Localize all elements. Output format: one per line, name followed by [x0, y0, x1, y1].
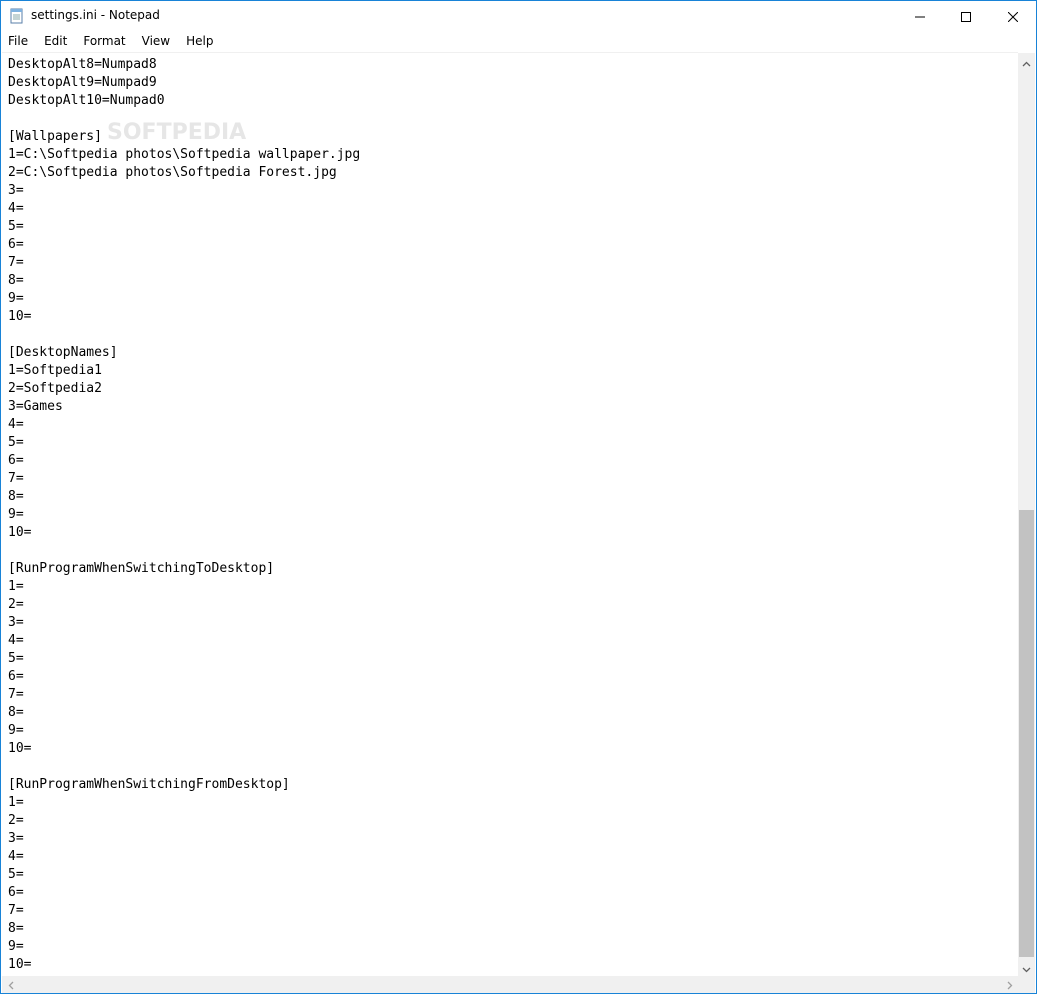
text-line[interactable]: 1= [8, 578, 360, 596]
text-line[interactable]: DesktopAlt10=Numpad0 [8, 92, 360, 110]
window-title: settings.ini - Notepad [31, 8, 160, 22]
menu-bar: File Edit Format View Help [1, 31, 1036, 51]
text-line[interactable]: 8= [8, 704, 360, 722]
text-line[interactable]: 10= [8, 740, 360, 758]
text-line[interactable]: 4= [8, 632, 360, 650]
horizontal-scrollbar[interactable] [2, 976, 1018, 993]
text-line[interactable]: 9= [8, 290, 360, 308]
close-button[interactable] [990, 1, 1036, 31]
chevron-right-icon [1007, 975, 1013, 994]
text-line[interactable]: 5= [8, 650, 360, 668]
text-line[interactable]: 2=C:\Softpedia photos\Softpedia Forest.j… [8, 164, 360, 182]
text-line[interactable]: 7= [8, 470, 360, 488]
text-line[interactable] [8, 758, 360, 776]
text-line[interactable]: 9= [8, 506, 360, 524]
text-line[interactable]: 7= [8, 254, 360, 272]
watermark-text: SOFTPEDIA [107, 120, 246, 145]
scroll-right-button[interactable] [1001, 976, 1018, 993]
maximize-button[interactable] [943, 1, 989, 31]
text-line[interactable]: 1=Softpedia1 [8, 362, 360, 380]
text-line[interactable]: 6= [8, 884, 360, 902]
chevron-down-icon [1022, 958, 1031, 977]
scrollbar-corner [1018, 976, 1035, 993]
vertical-scroll-thumb[interactable] [1019, 510, 1034, 957]
text-line[interactable]: 1=C:\Softpedia photos\Softpedia wallpape… [8, 146, 360, 164]
text-line[interactable]: 5= [8, 218, 360, 236]
text-line[interactable]: DesktopAlt9=Numpad9 [8, 74, 360, 92]
text-line[interactable]: [DesktopNames] [8, 344, 360, 362]
text-line[interactable]: 6= [8, 236, 360, 254]
minimize-button[interactable] [897, 1, 943, 31]
text-line[interactable]: 6= [8, 668, 360, 686]
text-line[interactable]: 7= [8, 686, 360, 704]
maximize-icon [961, 7, 971, 26]
text-line[interactable]: 5= [8, 434, 360, 452]
menu-format[interactable]: Format [75, 31, 133, 51]
text-line[interactable]: 10= [8, 956, 360, 974]
menu-view[interactable]: View [134, 31, 178, 51]
text-editor-area[interactable]: DesktopAlt8=Numpad8 DesktopAlt9=Numpad9 De… [2, 52, 1018, 977]
text-line[interactable]: 4= [8, 848, 360, 866]
scroll-down-button[interactable] [1018, 959, 1035, 976]
text-line[interactable]: 6= [8, 452, 360, 470]
text-line[interactable]: 9= [8, 938, 360, 956]
text-line[interactable]: 8= [8, 920, 360, 938]
text-line[interactable]: 2= [8, 596, 360, 614]
text-line[interactable]: [RunProgramWhenSwitchingToDesktop] [8, 560, 360, 578]
text-line[interactable] [8, 542, 360, 560]
text-line[interactable]: 7= [8, 902, 360, 920]
close-icon [1007, 7, 1019, 26]
minimize-icon [915, 7, 925, 26]
softpedia-watermark: SOFTPEDIA [107, 117, 267, 147]
text-line[interactable]: 10= [8, 308, 360, 326]
text-line[interactable]: [RunProgramWhenSwitchingFromDesktop] [8, 776, 360, 794]
text-line[interactable]: 3= [8, 614, 360, 632]
text-line[interactable]: 3= [8, 830, 360, 848]
notepad-window: settings.ini - Notepad File Edit Format … [0, 0, 1037, 994]
text-line[interactable]: 1= [8, 794, 360, 812]
text-line[interactable]: 2= [8, 812, 360, 830]
chevron-left-icon [8, 975, 14, 994]
text-line[interactable] [8, 326, 360, 344]
title-bar[interactable]: settings.ini - Notepad [1, 1, 1036, 31]
text-line[interactable]: 3= [8, 182, 360, 200]
text-line[interactable]: 3=Games [8, 398, 360, 416]
text-line[interactable]: DesktopAlt8=Numpad8 [8, 56, 360, 74]
text-content[interactable]: DesktopAlt8=Numpad8 DesktopAlt9=Numpad9 De… [8, 56, 360, 974]
menu-file[interactable]: File [1, 31, 36, 51]
text-line[interactable]: 8= [8, 488, 360, 506]
text-line[interactable]: 10= [8, 524, 360, 542]
text-line[interactable]: 4= [8, 200, 360, 218]
text-line[interactable]: 2=Softpedia2 [8, 380, 360, 398]
menu-edit[interactable]: Edit [36, 31, 75, 51]
vertical-scrollbar[interactable] [1018, 53, 1035, 976]
text-line[interactable]: 8= [8, 272, 360, 290]
menu-help[interactable]: Help [178, 31, 221, 51]
scroll-left-button[interactable] [2, 976, 19, 993]
text-line[interactable]: 5= [8, 866, 360, 884]
text-line[interactable]: 4= [8, 416, 360, 434]
text-line[interactable]: 9= [8, 722, 360, 740]
notepad-app-icon [10, 8, 24, 24]
scroll-up-button[interactable] [1018, 53, 1035, 70]
chevron-up-icon [1022, 52, 1031, 71]
